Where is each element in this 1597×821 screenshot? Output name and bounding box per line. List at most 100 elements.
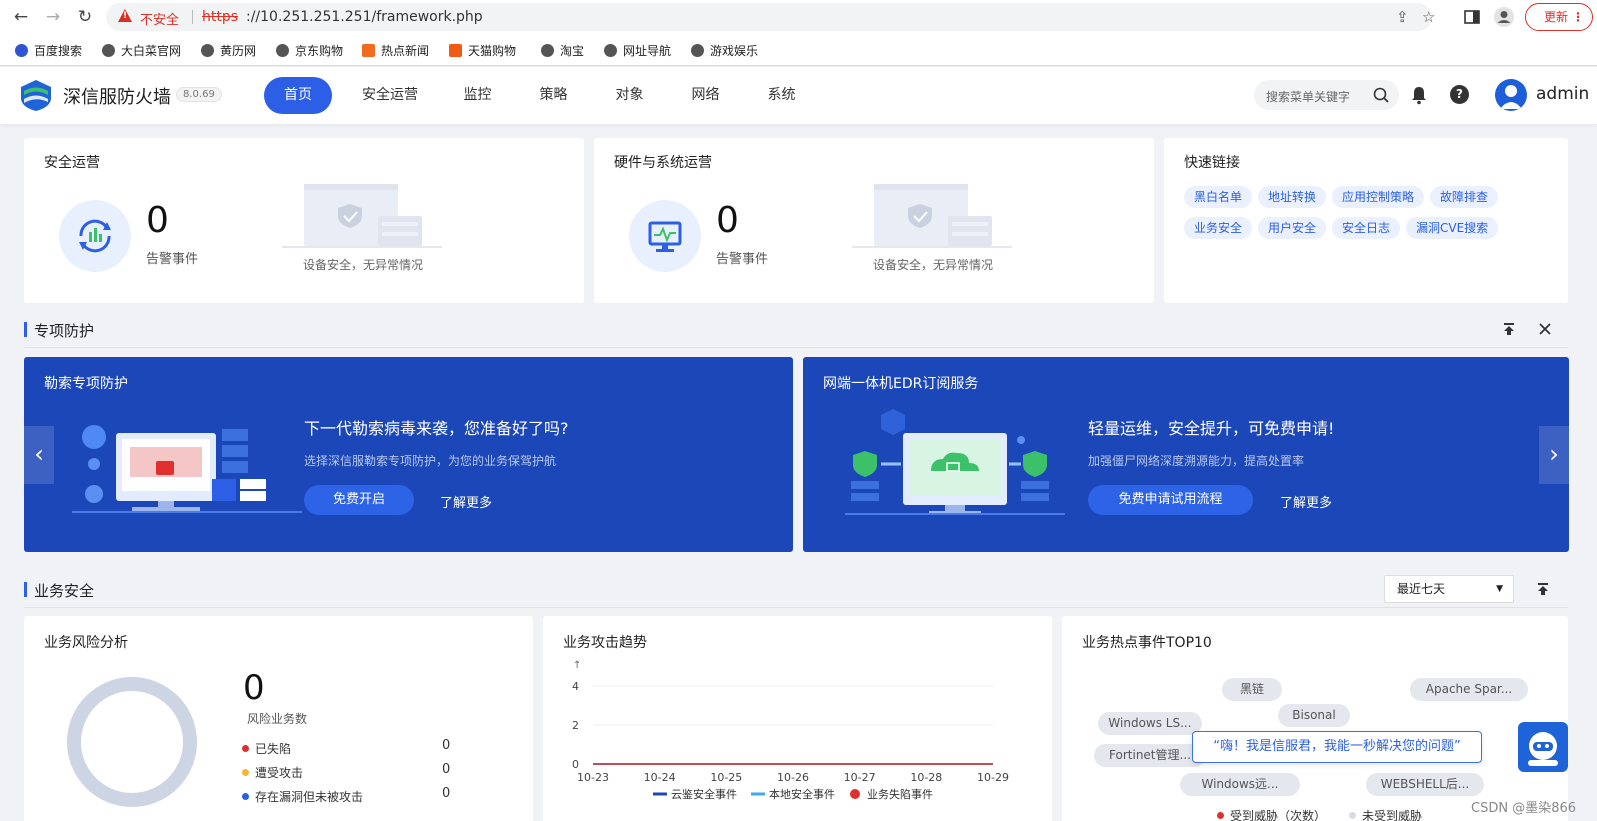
x-tick-label: 10-26	[777, 771, 809, 784]
url-scheme: https	[202, 9, 239, 25]
bookmark-dabaicai[interactable]: 大白菜官网	[102, 42, 181, 59]
x-tick-label: 10-29	[977, 771, 1009, 784]
hot-event-pill[interactable]: WEBSHELL后...	[1366, 773, 1484, 796]
share-icon[interactable]: ⇪	[1396, 8, 1409, 26]
hot-event-pill[interactable]: Bisonal	[1278, 704, 1350, 727]
monitor-icon	[629, 200, 701, 272]
banner-headline: 轻量运维，安全提升，可免费申请!	[1088, 419, 1335, 438]
y-axis-arrow-icon: ↑	[573, 660, 581, 671]
banner-desc: 选择深信服勒索专项防护，为您的业务保驾护航	[304, 454, 557, 468]
quick-link-app-control[interactable]: 应用控制策略	[1332, 186, 1425, 208]
globe-icon	[541, 44, 554, 57]
close-icon[interactable]	[1538, 322, 1552, 336]
bookmark-nav[interactable]: 网址导航	[604, 42, 671, 59]
insecure-label: 不安全	[140, 13, 180, 28]
bookmark-games[interactable]: 游戏娱乐	[691, 42, 758, 59]
y-tick-label: 4	[572, 680, 579, 693]
apply-trial-button[interactable]: 免费申请试用流程	[1088, 485, 1253, 515]
nav-monitor[interactable]: 监控	[455, 77, 500, 114]
quick-link-blackwhite[interactable]: 黑白名单	[1184, 186, 1253, 208]
reload-icon[interactable]: ↻	[75, 7, 95, 27]
pin-top-icon[interactable]	[1536, 582, 1550, 596]
quick-link-user-security[interactable]: 用户安全	[1258, 217, 1327, 239]
quick-link-security-log[interactable]: 安全日志	[1332, 217, 1401, 239]
risk-row-attacked: 遭受攻击	[242, 764, 303, 781]
yellow-dot-icon	[242, 769, 249, 776]
avatar[interactable]	[1495, 79, 1527, 111]
sidebar-icon[interactable]	[1463, 8, 1481, 26]
hot-event-pill[interactable]: Windows远...	[1180, 773, 1300, 796]
no-issue-text: 设备安全，无异常情况	[303, 258, 424, 272]
quick-link-nat[interactable]: 地址转换	[1258, 186, 1327, 208]
forward-icon[interactable]: →	[43, 7, 63, 27]
prev-arrow-icon[interactable]: ‹	[24, 426, 54, 484]
address-bar[interactable]: 不安全 https ://10.251.251.251/framework.ph…	[106, 3, 1435, 31]
risk-row-value: 0	[442, 762, 451, 777]
nav-system[interactable]: 系统	[759, 77, 804, 114]
user-icon	[1500, 85, 1522, 109]
next-arrow-icon[interactable]: ›	[1539, 426, 1569, 484]
bookmark-huangli[interactable]: 黄历网	[201, 42, 256, 59]
banner-headline: 下一代勒索病毒来袭，您准备好了吗?	[304, 419, 569, 438]
no-issue-illustration	[282, 184, 442, 248]
hot-event-pill[interactable]: Apache Spar...	[1410, 678, 1528, 701]
more-icon: ⋮	[1572, 10, 1584, 24]
help-icon[interactable]: ?	[1450, 85, 1469, 104]
bookmark-tmall[interactable]: 天猫购物	[449, 42, 516, 59]
search-icon[interactable]	[1373, 87, 1389, 103]
nav-network[interactable]: 网络	[683, 77, 728, 114]
attack-trend-chart: ↑ 0 2 4 10-23 10-24 10-25 10-26 10-27 10-28 10-29 云…	[572, 660, 1009, 801]
x-tick-label: 10-23	[577, 771, 609, 784]
quick-link-cve-search[interactable]: 漏洞CVE搜索	[1406, 217, 1499, 239]
globe-icon	[276, 44, 289, 57]
assistant-avatar[interactable]	[1518, 722, 1568, 772]
ransomware-banner: 勒索专项防护 ‹ 下一代勒索病毒来袭，您准备好了吗? 选择深信服勒索专项防护，为…	[24, 357, 793, 552]
assistant-bubble[interactable]: “嗨！我是信服君，我能一秒解决您的问题”	[1192, 731, 1482, 763]
nav-home[interactable]: 首页	[264, 77, 332, 114]
learn-more-link[interactable]: 了解更多	[440, 492, 492, 511]
hot-event-pill[interactable]: Fortinet管理...	[1094, 744, 1206, 767]
bookmark-jd[interactable]: 京东购物	[276, 42, 343, 59]
url-text: ://10.251.251.251/framework.php	[246, 9, 483, 25]
app-header: 深信服防火墙 8.0.69 首页 安全运营 监控 策略 对象 网络 系统 搜索菜…	[0, 67, 1597, 124]
hot-event-pill[interactable]: 黑链	[1222, 678, 1282, 701]
bookmark-baidu[interactable]: 百度搜索	[15, 42, 82, 59]
bookmark-taobao[interactable]: 淘宝	[541, 42, 584, 59]
risk-donut-chart	[67, 677, 197, 807]
hardware-ops-card: 硬件与系统运营 0 告警事件 设备安全，无异常情况	[594, 138, 1154, 303]
quick-link-troubleshoot[interactable]: 故障排查	[1430, 186, 1499, 208]
legend-not-threatened: 未受到威胁	[1349, 807, 1422, 821]
risk-row-vulnerable: 存在漏洞但未被攻击	[242, 788, 363, 805]
red-dot-icon	[1217, 812, 1224, 819]
bell-icon[interactable]	[1409, 85, 1429, 105]
nav-security-ops[interactable]: 安全运营	[355, 77, 425, 114]
time-range-select[interactable]: 最近七天 ▼	[1384, 575, 1514, 603]
quick-link-biz-security[interactable]: 业务安全	[1184, 217, 1253, 239]
update-label: 更新	[1544, 10, 1569, 24]
back-icon[interactable]: ←	[11, 7, 31, 27]
bookmark-label: 大白菜官网	[121, 44, 182, 58]
update-button[interactable]: 更新 ⋮	[1525, 3, 1593, 31]
ransomware-illustration	[72, 425, 302, 513]
username[interactable]: admin	[1536, 84, 1589, 104]
quick-links-card: 快速链接 黑白名单 地址转换 应用控制策略 故障排查 业务安全 用户安全 安全日…	[1164, 138, 1568, 303]
security-ops-card: 安全运营 0 告警事件 设备安全，无异常情况	[24, 138, 584, 303]
nav-objects[interactable]: 对象	[607, 77, 652, 114]
banner-desc: 加强僵尸网络深度溯源能力，提高处置率	[1088, 454, 1305, 468]
star-icon[interactable]: ☆	[1422, 8, 1435, 26]
baidu-icon	[15, 44, 28, 57]
section-divider	[24, 347, 1568, 348]
hot-event-pill[interactable]: Windows LS...	[1098, 712, 1202, 735]
bookmark-news[interactable]: 热点新闻	[362, 42, 429, 59]
globe-icon	[604, 44, 617, 57]
pin-top-icon[interactable]	[1502, 322, 1516, 336]
menu-search-input[interactable]: 搜索菜单关键字	[1254, 80, 1399, 110]
learn-more-link[interactable]: 了解更多	[1280, 492, 1332, 511]
bookmark-label: 游戏娱乐	[710, 44, 759, 58]
nav-policy[interactable]: 策略	[531, 77, 576, 114]
free-enable-button[interactable]: 免费开启	[304, 485, 414, 515]
bookmark-label: 天猫购物	[468, 44, 517, 58]
legend-threatened: 受到威胁（次数）	[1217, 807, 1326, 821]
blue-dot-icon	[242, 793, 249, 800]
profile-icon[interactable]	[1493, 6, 1515, 28]
